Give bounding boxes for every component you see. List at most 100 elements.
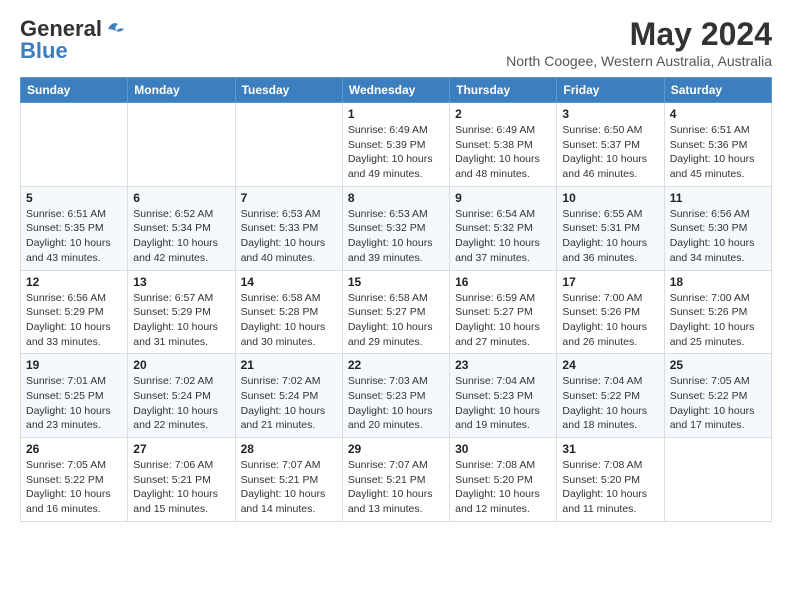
day-detail: Sunrise: 6:59 AM Sunset: 5:27 PM Dayligh… bbox=[455, 291, 551, 350]
day-detail: Sunrise: 6:49 AM Sunset: 5:38 PM Dayligh… bbox=[455, 123, 551, 182]
day-detail: Sunrise: 7:05 AM Sunset: 5:22 PM Dayligh… bbox=[26, 458, 122, 517]
month-title: May 2024 bbox=[506, 16, 772, 53]
day-detail: Sunrise: 6:49 AM Sunset: 5:39 PM Dayligh… bbox=[348, 123, 444, 182]
day-detail: Sunrise: 6:52 AM Sunset: 5:34 PM Dayligh… bbox=[133, 207, 229, 266]
calendar-table: SundayMondayTuesdayWednesdayThursdayFrid… bbox=[20, 77, 772, 522]
day-detail: Sunrise: 6:56 AM Sunset: 5:29 PM Dayligh… bbox=[26, 291, 122, 350]
day-number: 10 bbox=[562, 191, 658, 205]
calendar-cell: 24 Sunrise: 7:04 AM Sunset: 5:22 PM Dayli… bbox=[557, 354, 664, 438]
calendar-cell: 31 Sunrise: 7:08 AM Sunset: 5:20 PM Dayli… bbox=[557, 438, 664, 522]
weekday-header-wednesday: Wednesday bbox=[342, 78, 449, 103]
page-header: General Blue May 2024 North Coogee, West… bbox=[20, 16, 772, 69]
weekday-header-sunday: Sunday bbox=[21, 78, 128, 103]
day-detail: Sunrise: 7:02 AM Sunset: 5:24 PM Dayligh… bbox=[133, 374, 229, 433]
day-number: 2 bbox=[455, 107, 551, 121]
day-number: 12 bbox=[26, 275, 122, 289]
day-number: 23 bbox=[455, 358, 551, 372]
day-detail: Sunrise: 7:08 AM Sunset: 5:20 PM Dayligh… bbox=[562, 458, 658, 517]
weekday-header-tuesday: Tuesday bbox=[235, 78, 342, 103]
day-number: 29 bbox=[348, 442, 444, 456]
weekday-header-monday: Monday bbox=[128, 78, 235, 103]
calendar-cell: 13Sunrise: 6:57 AM Sunset: 5:29 PM Dayli… bbox=[128, 270, 235, 354]
calendar-cell: 17 Sunrise: 7:00 AM Sunset: 5:26 PM Dayli… bbox=[557, 270, 664, 354]
logo-blue: Blue bbox=[20, 38, 68, 64]
calendar-cell: 19 Sunrise: 7:01 AM Sunset: 5:25 PM Dayli… bbox=[21, 354, 128, 438]
day-detail: Sunrise: 7:04 AM Sunset: 5:22 PM Dayligh… bbox=[562, 374, 658, 433]
logo: General Blue bbox=[20, 16, 126, 64]
weekday-header-saturday: Saturday bbox=[664, 78, 771, 103]
day-number: 1 bbox=[348, 107, 444, 121]
calendar-week-2: 5 Sunrise: 6:51 AM Sunset: 5:35 PM Daylig… bbox=[21, 186, 772, 270]
calendar-cell: 15 Sunrise: 6:58 AM Sunset: 5:27 PM Dayli… bbox=[342, 270, 449, 354]
calendar-cell: 21 Sunrise: 7:02 AM Sunset: 5:24 PM Dayli… bbox=[235, 354, 342, 438]
day-number: 31 bbox=[562, 442, 658, 456]
day-number: 28 bbox=[241, 442, 337, 456]
calendar-cell: 12 Sunrise: 6:56 AM Sunset: 5:29 PM Dayli… bbox=[21, 270, 128, 354]
day-number: 16 bbox=[455, 275, 551, 289]
day-detail: Sunrise: 7:06 AM Sunset: 5:21 PM Dayligh… bbox=[133, 458, 229, 517]
calendar-week-1: 1 Sunrise: 6:49 AM Sunset: 5:39 PM Daylig… bbox=[21, 103, 772, 187]
day-detail: Sunrise: 7:07 AM Sunset: 5:21 PM Dayligh… bbox=[241, 458, 337, 517]
logo-bird-icon bbox=[104, 19, 126, 39]
day-number: 14 bbox=[241, 275, 337, 289]
calendar-cell: 9 Sunrise: 6:54 AM Sunset: 5:32 PM Daylig… bbox=[450, 186, 557, 270]
day-number: 11 bbox=[670, 191, 766, 205]
day-detail: Sunrise: 7:08 AM Sunset: 5:20 PM Dayligh… bbox=[455, 458, 551, 517]
calendar-cell: 4 Sunrise: 6:51 AM Sunset: 5:36 PM Daylig… bbox=[664, 103, 771, 187]
day-number: 27 bbox=[133, 442, 229, 456]
calendar-cell: 29Sunrise: 7:07 AM Sunset: 5:21 PM Dayli… bbox=[342, 438, 449, 522]
day-number: 15 bbox=[348, 275, 444, 289]
day-number: 21 bbox=[241, 358, 337, 372]
calendar-cell: 1 Sunrise: 6:49 AM Sunset: 5:39 PM Daylig… bbox=[342, 103, 449, 187]
calendar-week-5: 26 Sunrise: 7:05 AM Sunset: 5:22 PM Dayli… bbox=[21, 438, 772, 522]
calendar-week-4: 19 Sunrise: 7:01 AM Sunset: 5:25 PM Dayli… bbox=[21, 354, 772, 438]
calendar-cell: 10 Sunrise: 6:55 AM Sunset: 5:31 PM Dayli… bbox=[557, 186, 664, 270]
day-detail: Sunrise: 6:53 AM Sunset: 5:33 PM Dayligh… bbox=[241, 207, 337, 266]
day-number: 18 bbox=[670, 275, 766, 289]
day-detail: Sunrise: 7:05 AM Sunset: 5:22 PM Dayligh… bbox=[670, 374, 766, 433]
day-number: 24 bbox=[562, 358, 658, 372]
day-number: 19 bbox=[26, 358, 122, 372]
calendar-cell: 25 Sunrise: 7:05 AM Sunset: 5:22 PM Dayli… bbox=[664, 354, 771, 438]
day-detail: Sunrise: 6:55 AM Sunset: 5:31 PM Dayligh… bbox=[562, 207, 658, 266]
day-detail: Sunrise: 6:56 AM Sunset: 5:30 PM Dayligh… bbox=[670, 207, 766, 266]
day-number: 26 bbox=[26, 442, 122, 456]
day-number: 13 bbox=[133, 275, 229, 289]
day-number: 5 bbox=[26, 191, 122, 205]
calendar-cell bbox=[664, 438, 771, 522]
day-number: 6 bbox=[133, 191, 229, 205]
calendar-cell: 23 Sunrise: 7:04 AM Sunset: 5:23 PM Dayli… bbox=[450, 354, 557, 438]
calendar-header-row: SundayMondayTuesdayWednesdayThursdayFrid… bbox=[21, 78, 772, 103]
day-detail: Sunrise: 6:51 AM Sunset: 5:36 PM Dayligh… bbox=[670, 123, 766, 182]
day-detail: Sunrise: 7:02 AM Sunset: 5:24 PM Dayligh… bbox=[241, 374, 337, 433]
day-detail: Sunrise: 7:04 AM Sunset: 5:23 PM Dayligh… bbox=[455, 374, 551, 433]
day-number: 8 bbox=[348, 191, 444, 205]
calendar-cell: 5 Sunrise: 6:51 AM Sunset: 5:35 PM Daylig… bbox=[21, 186, 128, 270]
day-detail: Sunrise: 7:00 AM Sunset: 5:26 PM Dayligh… bbox=[670, 291, 766, 350]
day-number: 25 bbox=[670, 358, 766, 372]
day-detail: Sunrise: 6:53 AM Sunset: 5:32 PM Dayligh… bbox=[348, 207, 444, 266]
day-detail: Sunrise: 6:54 AM Sunset: 5:32 PM Dayligh… bbox=[455, 207, 551, 266]
day-number: 20 bbox=[133, 358, 229, 372]
day-detail: Sunrise: 6:58 AM Sunset: 5:28 PM Dayligh… bbox=[241, 291, 337, 350]
calendar-cell: 2 Sunrise: 6:49 AM Sunset: 5:38 PM Daylig… bbox=[450, 103, 557, 187]
calendar-cell: 20 Sunrise: 7:02 AM Sunset: 5:24 PM Dayli… bbox=[128, 354, 235, 438]
calendar-cell: 14 Sunrise: 6:58 AM Sunset: 5:28 PM Dayli… bbox=[235, 270, 342, 354]
day-detail: Sunrise: 6:58 AM Sunset: 5:27 PM Dayligh… bbox=[348, 291, 444, 350]
day-number: 17 bbox=[562, 275, 658, 289]
calendar-cell: 11 Sunrise: 6:56 AM Sunset: 5:30 PM Dayli… bbox=[664, 186, 771, 270]
day-detail: Sunrise: 6:51 AM Sunset: 5:35 PM Dayligh… bbox=[26, 207, 122, 266]
calendar-cell: 27 Sunrise: 7:06 AM Sunset: 5:21 PM Dayli… bbox=[128, 438, 235, 522]
day-number: 9 bbox=[455, 191, 551, 205]
calendar-cell: 7Sunrise: 6:53 AM Sunset: 5:33 PM Daylig… bbox=[235, 186, 342, 270]
calendar-cell bbox=[128, 103, 235, 187]
day-detail: Sunrise: 7:00 AM Sunset: 5:26 PM Dayligh… bbox=[562, 291, 658, 350]
day-number: 22 bbox=[348, 358, 444, 372]
title-area: May 2024 North Coogee, Western Australia… bbox=[506, 16, 772, 69]
calendar-cell: 8 Sunrise: 6:53 AM Sunset: 5:32 PM Daylig… bbox=[342, 186, 449, 270]
day-number: 30 bbox=[455, 442, 551, 456]
day-number: 4 bbox=[670, 107, 766, 121]
calendar-cell: 16 Sunrise: 6:59 AM Sunset: 5:27 PM Dayli… bbox=[450, 270, 557, 354]
calendar-cell: 30 Sunrise: 7:08 AM Sunset: 5:20 PM Dayli… bbox=[450, 438, 557, 522]
day-detail: Sunrise: 7:01 AM Sunset: 5:25 PM Dayligh… bbox=[26, 374, 122, 433]
